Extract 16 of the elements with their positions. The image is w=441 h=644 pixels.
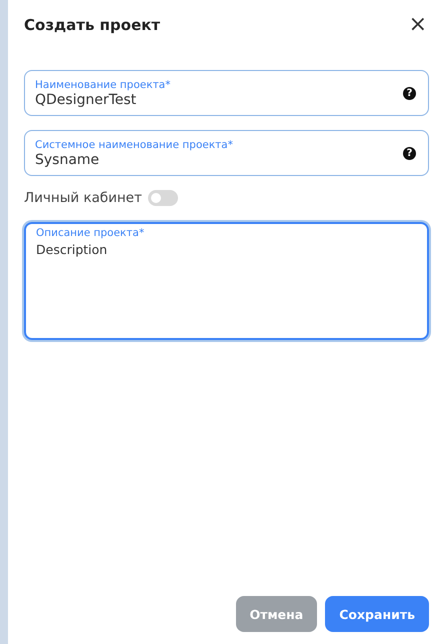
toggle-switch[interactable] [148,190,178,206]
dialog-title: Создать проект [24,16,160,34]
field-label: Наименование проекта* [35,78,172,90]
input-field[interactable]: Наименование проекта* QDesignerTest ? [24,70,429,116]
close-button[interactable]: × [406,14,429,36]
toggle-label: Личный кабинет [24,190,142,206]
input-field[interactable]: Системное наименование проекта* Sysname ? [24,130,429,176]
field-value: Sysname [35,152,100,168]
help-icon[interactable]: ? [403,86,416,100]
save-button[interactable]: Сохранить [325,596,429,632]
field-label: Описание проекта* [36,227,146,239]
field-value: QDesignerTest [35,92,138,108]
help-icon[interactable]: ? [403,146,416,160]
description-field[interactable]: Описание проекта* Description [24,222,429,340]
field-label: Системное наименование проекта* [35,138,234,150]
field-value: Description [36,242,108,257]
